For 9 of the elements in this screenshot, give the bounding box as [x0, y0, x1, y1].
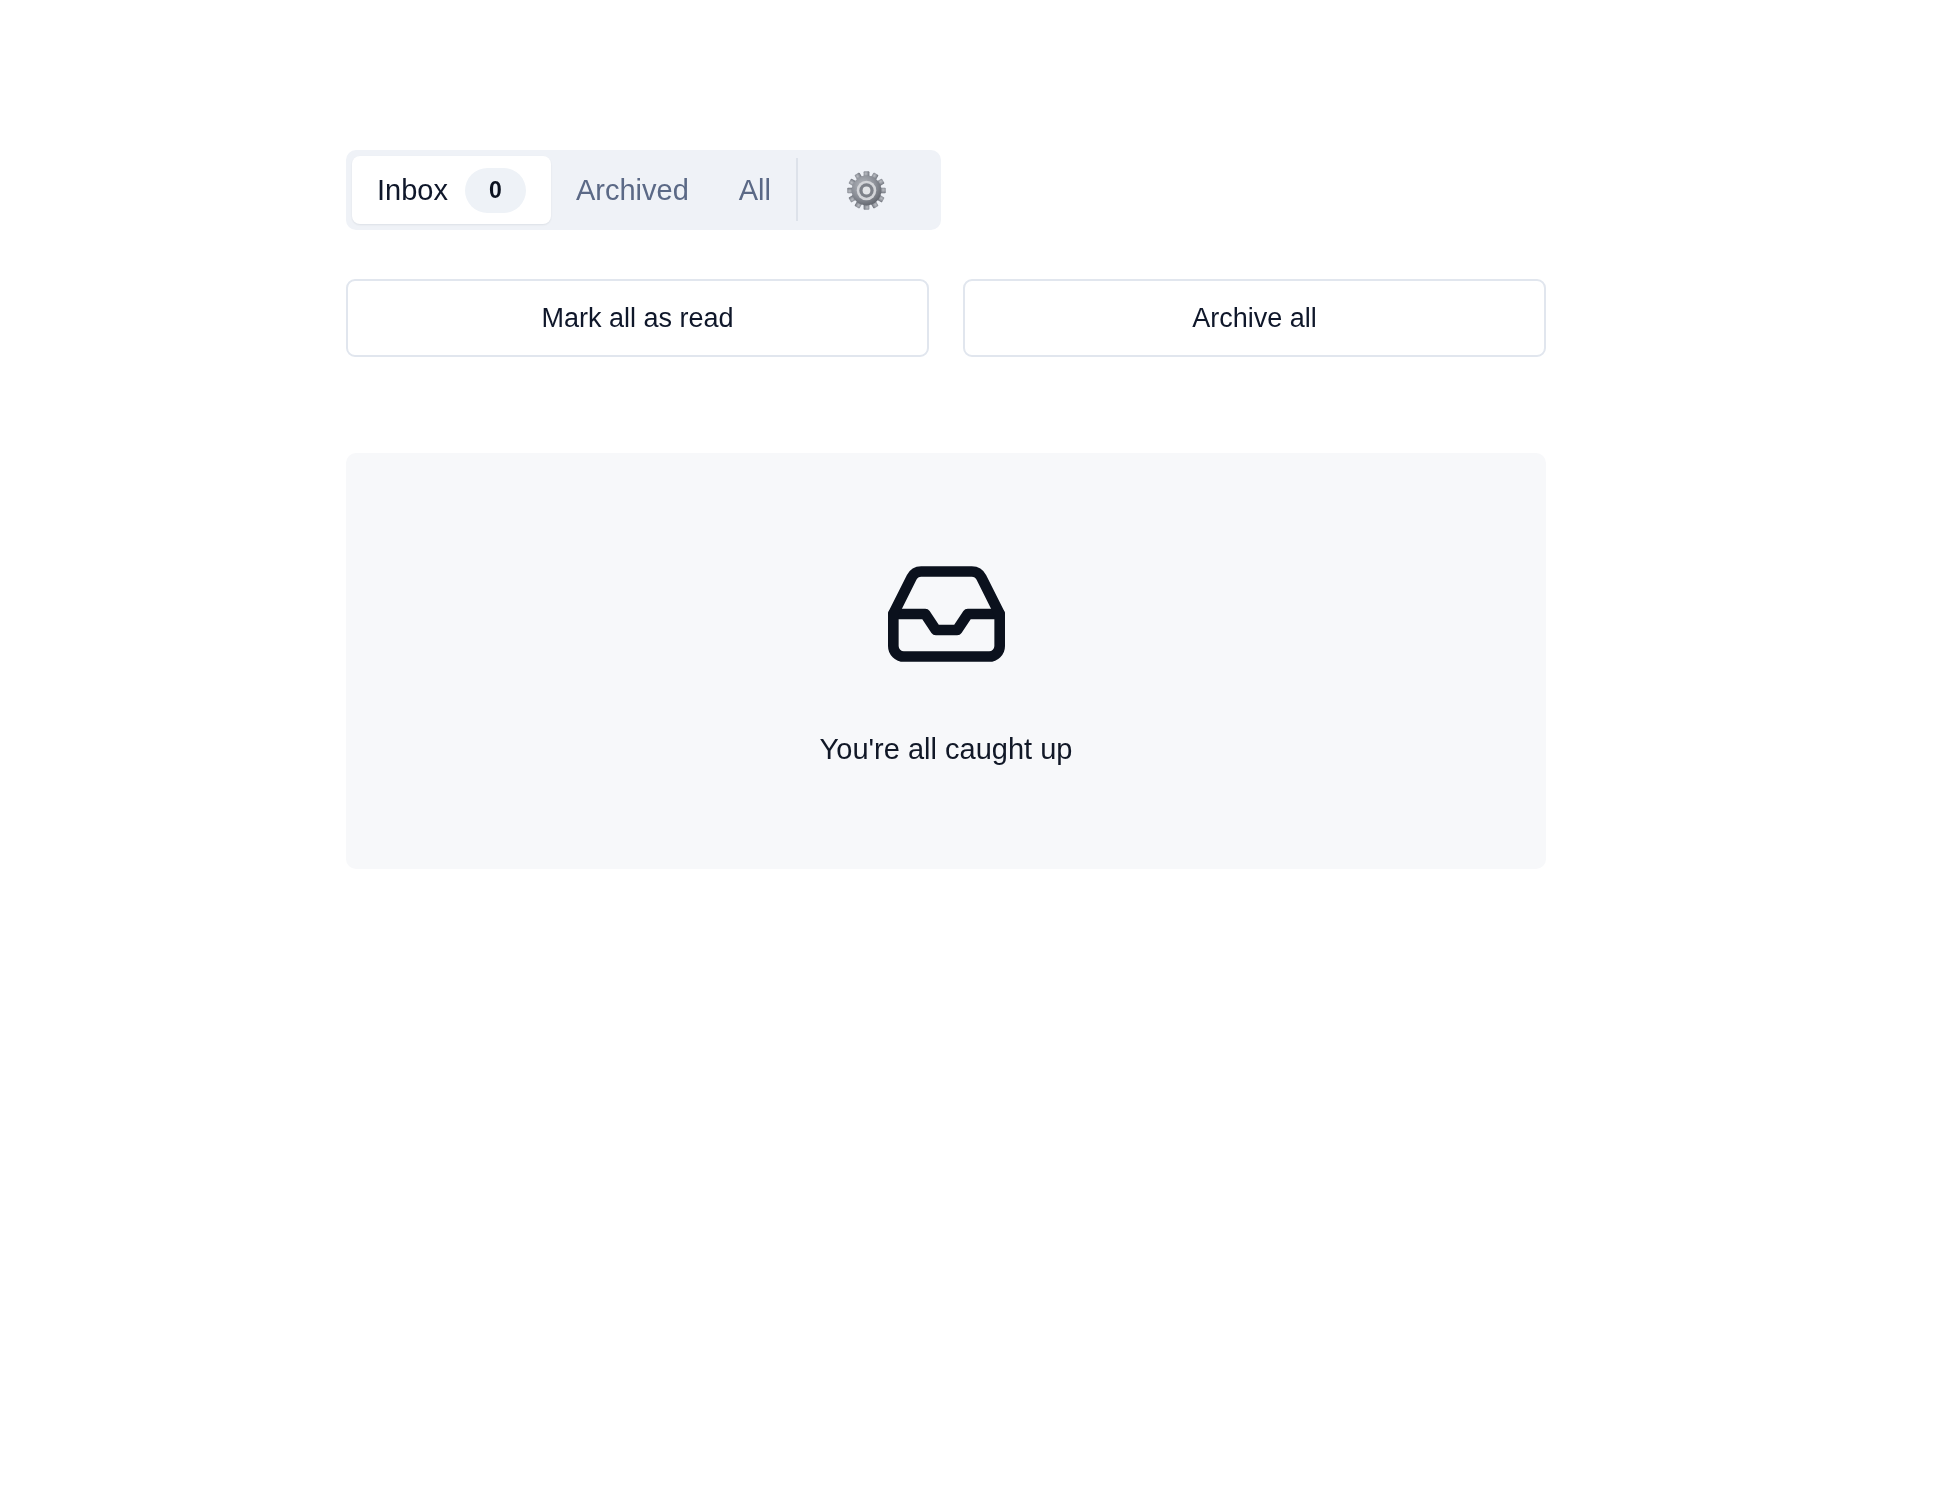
action-button[interactable]: Archive all	[963, 279, 1546, 357]
tab[interactable]: All	[713, 156, 796, 224]
empty-state-message: You're all caught up	[819, 732, 1073, 766]
tab[interactable]: Inbox 0	[352, 156, 551, 224]
action-button[interactable]: Mark all as read	[346, 279, 929, 357]
gear-icon	[847, 170, 886, 210]
count-badge: 0	[464, 167, 526, 213]
inbox-tray-icon	[887, 566, 1005, 662]
tab[interactable]: Archived	[550, 156, 714, 224]
